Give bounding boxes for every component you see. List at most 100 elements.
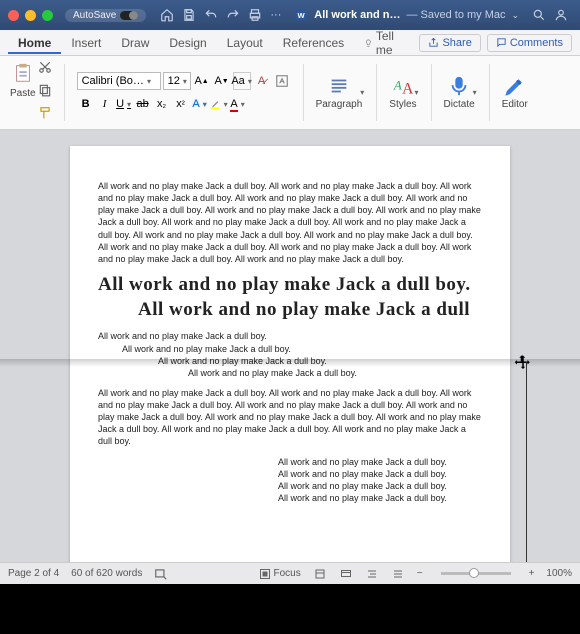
zoom-out[interactable]: − <box>417 568 423 579</box>
right-block[interactable]: All work and no play make Jack a dull bo… <box>98 456 482 505</box>
editor-button[interactable]: Editor <box>502 75 528 110</box>
superscript-button[interactable]: x² <box>172 95 190 113</box>
tab-draw[interactable]: Draw <box>111 32 159 54</box>
bold-button[interactable]: B <box>77 95 95 113</box>
save-status: — Saved to my Mac <box>406 9 505 21</box>
close-window[interactable] <box>8 10 19 21</box>
cut-icon[interactable] <box>38 60 52 79</box>
account-icon[interactable] <box>554 8 568 22</box>
clear-format-icon[interactable]: A̷ <box>253 72 271 90</box>
paragraph-button[interactable]: Paragraph <box>316 75 363 110</box>
body-paragraph[interactable]: All work and no play make Jack a dull bo… <box>98 180 482 265</box>
handwritten-lines[interactable]: All work and no play make Jack a dull bo… <box>98 273 482 322</box>
share-label: Share <box>442 37 471 49</box>
share-button[interactable]: Share <box>419 34 480 52</box>
svg-text:W: W <box>298 11 306 20</box>
change-case-icon[interactable]: Aa <box>233 72 251 90</box>
dictate-button[interactable]: Dictate <box>444 75 475 110</box>
view-draft-icon[interactable] <box>391 568 405 580</box>
handwritten-line: All work and no play make Jack a dull <box>98 298 482 323</box>
status-bar: Page 2 of 4 60 of 620 words Focus − + 10… <box>0 562 580 584</box>
copy-icon[interactable] <box>38 83 52 102</box>
minimize-window[interactable] <box>25 10 36 21</box>
paragraph-label: Paragraph <box>316 99 363 110</box>
undo-icon[interactable] <box>204 8 218 22</box>
focus-mode[interactable]: Focus <box>259 568 301 580</box>
page-indicator[interactable]: Page 2 of 4 <box>8 568 59 579</box>
style-set-icon[interactable] <box>273 72 291 90</box>
focus-label: Focus <box>274 568 301 579</box>
body-line: All work and no play make Jack a dull bo… <box>278 456 482 468</box>
title-chevron-icon[interactable]: ⌄ <box>512 10 520 21</box>
format-painter-icon[interactable] <box>38 106 52 125</box>
grow-font-icon[interactable]: A▲ <box>193 72 211 90</box>
share-icon <box>428 37 439 48</box>
tellme-label: Tell me <box>376 29 404 57</box>
zoom-window[interactable] <box>42 10 53 21</box>
autosave-label: AutoSave <box>73 10 116 21</box>
move-cursor-icon <box>514 354 532 377</box>
tab-home[interactable]: Home <box>8 32 61 54</box>
body-line: All work and no play make Jack a dull bo… <box>98 343 482 355</box>
styles-button[interactable]: AA Styles <box>389 75 416 110</box>
chevron-down-icon[interactable]: ▾ <box>360 88 364 97</box>
zoom-in[interactable]: + <box>529 568 535 579</box>
home-icon[interactable] <box>160 8 174 22</box>
stair-lines[interactable]: All work and no play make Jack a dull bo… <box>98 330 482 379</box>
body-line: All work and no play make Jack a dull bo… <box>278 480 482 492</box>
font-color-icon[interactable]: A <box>229 95 247 113</box>
redo-icon[interactable] <box>226 8 240 22</box>
doc-name: All work and n… <box>314 9 400 21</box>
titlebar: AutoSave ··· W All work and n… — Saved t… <box>0 0 580 30</box>
font-name-select[interactable]: Calibri (Bo… <box>77 72 161 90</box>
zoom-level[interactable]: 100% <box>546 568 572 579</box>
comments-button[interactable]: Comments <box>487 34 572 52</box>
autosave-toggle[interactable]: AutoSave <box>65 9 146 22</box>
handwritten-line: All work and no play make Jack a dull bo… <box>98 273 482 298</box>
body-paragraph[interactable]: All work and no play make Jack a dull bo… <box>98 387 482 448</box>
subscript-button[interactable]: x₂ <box>153 95 171 113</box>
dictate-label: Dictate <box>444 99 475 110</box>
paragraph-group: Paragraph ▾ <box>312 60 369 125</box>
autosave-switch[interactable] <box>120 11 138 20</box>
font-size-select[interactable]: 12 <box>163 72 191 90</box>
zoom-thumb[interactable] <box>469 568 479 578</box>
ribbon-tabs: Home Insert Draw Design Layout Reference… <box>0 30 580 56</box>
shrink-font-icon[interactable]: A▼ <box>213 72 231 90</box>
chevron-down-icon[interactable]: ▾ <box>473 88 477 97</box>
search-icon[interactable] <box>532 8 546 22</box>
paste-button[interactable]: Paste <box>10 60 36 99</box>
tab-references[interactable]: References <box>273 32 354 54</box>
editor-group: Editor <box>498 60 532 125</box>
word-count[interactable]: 60 of 620 words <box>71 568 142 579</box>
tab-insert[interactable]: Insert <box>61 32 111 54</box>
tab-layout[interactable]: Layout <box>217 32 273 54</box>
editor-label: Editor <box>502 99 528 110</box>
word-doc-icon: W <box>294 8 308 22</box>
text-effects-icon[interactable]: A <box>191 95 209 113</box>
body-line: All work and no play make Jack a dull bo… <box>98 355 482 367</box>
styles-label: Styles <box>389 99 416 110</box>
save-icon[interactable] <box>182 8 196 22</box>
italic-button[interactable]: I <box>96 95 114 113</box>
document-area[interactable]: All work and no play make Jack a dull bo… <box>0 130 580 562</box>
svg-text:A: A <box>402 80 414 97</box>
document-page[interactable]: All work and no play make Jack a dull bo… <box>70 146 510 562</box>
chevron-down-icon[interactable]: ▾ <box>415 88 419 97</box>
view-outline-icon[interactable] <box>365 568 379 580</box>
view-web-icon[interactable] <box>339 568 353 580</box>
strike-button[interactable]: ab <box>134 95 152 113</box>
tab-design[interactable]: Design <box>159 32 216 54</box>
window-controls <box>8 10 53 21</box>
view-print-icon[interactable] <box>313 568 327 580</box>
highlight-icon[interactable] <box>210 95 228 113</box>
dictate-group: Dictate ▾ <box>440 60 481 125</box>
zoom-slider[interactable] <box>441 572 511 575</box>
more-icon[interactable]: ··· <box>270 9 281 21</box>
print-icon[interactable] <box>248 8 262 22</box>
underline-button[interactable]: U <box>115 95 133 113</box>
ribbon: Paste Calibri (Bo… 12 A▲ A▼ Aa A̷ <box>0 56 580 130</box>
spellcheck-icon[interactable] <box>154 567 168 581</box>
body-line: All work and no play make Jack a dull bo… <box>98 367 482 379</box>
styles-group: AA Styles ▾ <box>385 60 422 125</box>
